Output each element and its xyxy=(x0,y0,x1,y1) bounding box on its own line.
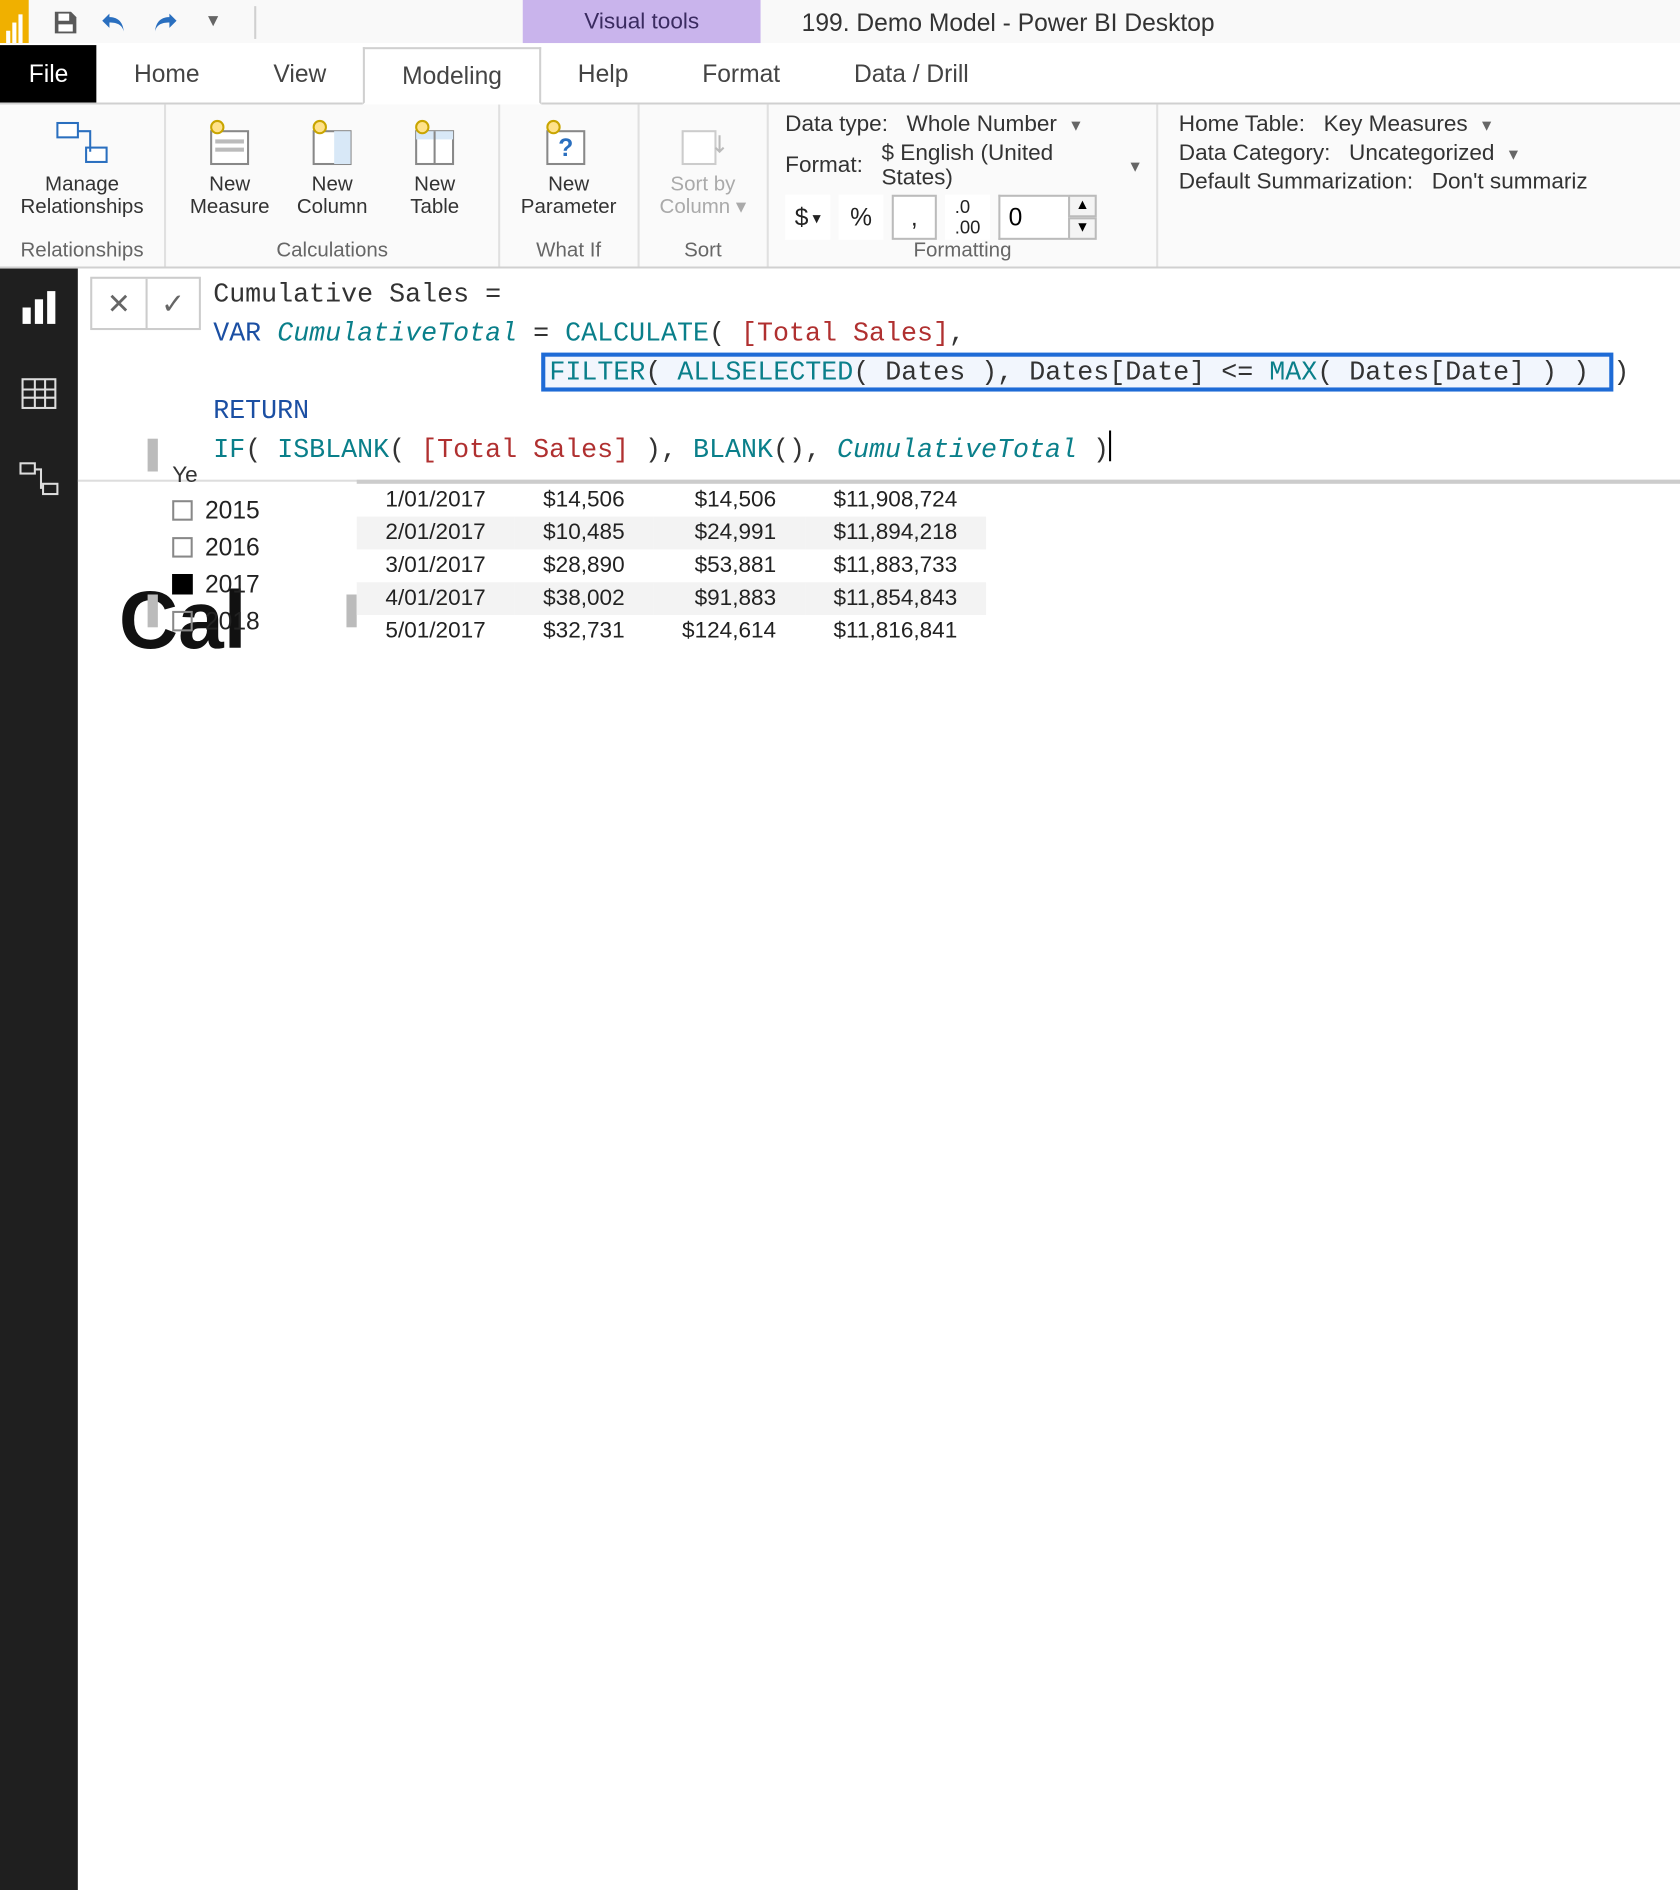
group-whatif: ? New Parameter What If xyxy=(500,105,639,267)
ribbon: Manage Relationships Relationships New M… xyxy=(0,105,1680,269)
tab-view[interactable]: View xyxy=(236,45,363,102)
undo-icon[interactable] xyxy=(98,5,131,38)
formula-cancel-button[interactable]: ✕ xyxy=(92,279,145,328)
checkbox-icon[interactable] xyxy=(172,611,193,632)
quick-access-toolbar: ▾ xyxy=(29,5,277,38)
contextual-tab-header: Visual tools xyxy=(523,0,761,43)
group-properties: Home Table: Key Measures Data Category: … xyxy=(1158,105,1680,267)
decimals-down[interactable]: ▼ xyxy=(1068,217,1097,240)
measure-icon xyxy=(199,117,260,170)
checkbox-icon[interactable] xyxy=(172,501,193,522)
data-table[interactable]: 1/01/2017$14,506$14,506$11,908,7242/01/2… xyxy=(357,435,1680,701)
parameter-icon: ? xyxy=(538,117,600,170)
group-formatting: Data type: Whole Number Format: $ Englis… xyxy=(769,105,1158,267)
decimals-stepper[interactable]: ▲▼ xyxy=(998,195,1096,240)
group-relationships: Manage Relationships Relationships xyxy=(0,105,166,267)
table-row[interactable]: 4/01/2017$38,002$91,883$11,854,843 xyxy=(357,583,986,616)
year-slicer[interactable]: Ye 2015 2016 2017 2018 xyxy=(160,435,345,701)
sort-by-column-button[interactable]: Sort by Column ▾ xyxy=(655,113,750,224)
group-calculations: New Measure New Column New Table Calcula… xyxy=(166,105,500,267)
tab-home[interactable]: Home xyxy=(97,45,236,102)
column-icon xyxy=(301,117,363,170)
currency-button[interactable]: $▾ xyxy=(785,195,830,240)
format-dropdown[interactable]: Format: $ English (United States) xyxy=(785,141,1140,190)
manage-relationships-button[interactable]: Manage Relationships xyxy=(16,113,147,224)
model-view-icon[interactable] xyxy=(16,457,61,502)
slicer-option[interactable]: 2015 xyxy=(172,497,344,526)
tab-data-drill[interactable]: Data / Drill xyxy=(817,45,1006,102)
sort-icon xyxy=(672,117,734,170)
slicer-option[interactable]: 2016 xyxy=(172,533,344,562)
group-label-calculations: Calculations xyxy=(276,240,388,267)
highlighted-filter-expression: FILTER( ALLSELECTED( Dates ), Dates[Date… xyxy=(541,352,1613,391)
tab-format[interactable]: Format xyxy=(665,45,817,102)
svg-text:?: ? xyxy=(559,135,574,162)
new-column-button[interactable]: New Column xyxy=(285,113,379,224)
window-title: 199. Demo Model - Power BI Desktop xyxy=(802,7,1215,36)
data-category-dropdown[interactable]: Data Category: Uncategorized xyxy=(1179,141,1680,166)
decimals-up[interactable]: ▲ xyxy=(1068,195,1097,218)
relationships-icon xyxy=(51,117,113,170)
percent-button[interactable]: % xyxy=(838,195,883,240)
table-row[interactable]: 3/01/2017$28,890$53,881$11,883,733 xyxy=(357,550,986,583)
qat-customize-icon[interactable]: ▾ xyxy=(197,5,230,38)
ribbon-tabs: File Home View Modeling Help Format Data… xyxy=(0,43,1680,104)
tab-file[interactable]: File xyxy=(0,45,97,102)
title-bar: ▾ Visual tools 199. Demo Model - Power B… xyxy=(0,0,1680,43)
default-summarization-dropdown[interactable]: Default Summarization: Don't summariz xyxy=(1179,170,1680,195)
table-row[interactable]: 1/01/2017$14,506$14,506$11,908,724 xyxy=(357,484,986,517)
thousand-sep-button[interactable]: , xyxy=(892,195,937,240)
new-table-button[interactable]: New Table xyxy=(388,113,482,224)
group-label-sort: Sort xyxy=(684,240,722,267)
group-sort: Sort by Column ▾ Sort xyxy=(639,105,769,267)
save-icon[interactable] xyxy=(49,5,82,38)
new-measure-button[interactable]: New Measure xyxy=(183,113,277,224)
redo-icon[interactable] xyxy=(148,5,181,38)
table-icon xyxy=(404,117,466,170)
slicer-option[interactable]: 2018 xyxy=(172,607,344,636)
group-label-formatting: Formatting xyxy=(913,240,1011,267)
app-logo xyxy=(0,0,29,43)
group-label-relationships: Relationships xyxy=(21,240,144,267)
slicer-header: Ye xyxy=(172,464,344,489)
report-view-icon[interactable] xyxy=(16,285,61,330)
left-nav xyxy=(0,269,78,1890)
table-row[interactable]: 5/01/2017$32,731$124,614$11,816,841 xyxy=(357,615,986,648)
report-canvas[interactable]: Cal Ye 2015201620172018 1/01/2017$14,506… xyxy=(78,482,1680,701)
decimals-input[interactable] xyxy=(998,195,1068,240)
table-row[interactable]: 2/01/2017$10,485$24,991$11,894,218 xyxy=(357,517,986,550)
data-type-dropdown[interactable]: Data type: Whole Number xyxy=(785,113,1080,138)
tab-modeling[interactable]: Modeling xyxy=(363,47,541,104)
home-table-dropdown[interactable]: Home Table: Key Measures xyxy=(1179,113,1680,138)
checkbox-icon[interactable] xyxy=(172,574,193,595)
group-label-whatif: What If xyxy=(536,240,601,267)
new-parameter-button[interactable]: ? New Parameter xyxy=(517,113,621,224)
slicer-option[interactable]: 2017 xyxy=(172,570,344,599)
decimal-icon: .0.00 xyxy=(945,195,990,240)
data-view-icon[interactable] xyxy=(16,371,61,416)
tab-help[interactable]: Help xyxy=(541,45,665,102)
checkbox-icon[interactable] xyxy=(172,538,193,559)
formula-commit-button[interactable]: ✓ xyxy=(146,279,199,328)
work-area: ✕ ✓ Cumulative Sales = VAR CumulativeTot… xyxy=(78,269,1680,1890)
